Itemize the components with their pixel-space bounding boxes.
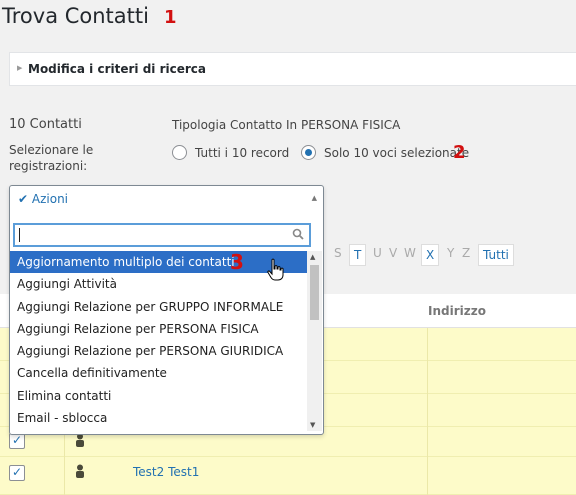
row-checkbox[interactable]: ✓ (9, 433, 25, 449)
text-cursor (19, 228, 20, 242)
radio-selected-records[interactable] (301, 145, 316, 160)
alpha-letter-t[interactable]: T (349, 244, 367, 266)
caret-up-icon: ▲ (311, 194, 317, 202)
page-title: Trova Contatti (2, 4, 149, 28)
action-option-delete-permanently[interactable]: Cancella definitivamente (10, 362, 307, 384)
scrollbar-thumb[interactable] (310, 265, 319, 320)
triangle-right-icon: ▶ (17, 64, 23, 72)
search-criteria-label: Modifica i criteri di ricerca (28, 62, 206, 76)
step-badge-2: 2 (453, 142, 466, 163)
alpha-all-button[interactable]: Tutti (478, 244, 514, 266)
alpha-letter-w[interactable]: W (404, 246, 416, 260)
radio-all-records-label[interactable]: Tutti i 10 record (195, 146, 289, 160)
scroll-down-icon[interactable]: ▼ (310, 421, 315, 429)
person-icon (76, 464, 84, 478)
step-badge-3: 3 (230, 250, 244, 274)
alpha-letter-s[interactable]: S (334, 246, 342, 260)
contact-name-link[interactable]: Test2 Test1 (133, 465, 199, 479)
alpha-letter-u[interactable]: U (373, 246, 382, 260)
actions-search-input[interactable] (13, 223, 311, 247)
step-badge-1: 1 (164, 7, 177, 28)
actions-select[interactable]: ✔︎ Azioni (18, 192, 68, 206)
filter-description: Tipologia Contatto In PERSONA FISICA (172, 118, 401, 132)
action-option-add-rel-person[interactable]: Aggiungi Relazione per PERSONA FISICA (10, 318, 307, 340)
action-option-add-rel-company[interactable]: Aggiungi Relazione per PERSONA GIURIDICA (10, 340, 307, 362)
person-icon (76, 433, 84, 447)
column-divider (427, 328, 428, 495)
actions-dropdown[interactable]: ✔︎ Azioni ▲ Aggiornamento multiplo dei c… (9, 185, 324, 435)
check-icon: ✓ (12, 465, 23, 479)
check-circle-icon: ✔︎ (18, 192, 29, 206)
action-option-add-rel-group[interactable]: Aggiungi Relazione per GRUPPO INFORMALE (10, 296, 307, 318)
alpha-letter-y[interactable]: Y (447, 246, 454, 260)
action-option-mass-update[interactable]: Aggiornamento multiplo dei contatti (10, 251, 307, 274)
actions-label: Azioni (31, 192, 69, 206)
scroll-up-icon[interactable]: ▲ (310, 253, 315, 261)
alpha-letter-z[interactable]: Z (462, 246, 470, 260)
check-icon: ✓ (12, 433, 23, 447)
action-option-delete-contacts[interactable]: Elimina contatti (10, 385, 307, 407)
action-option-email-unblock[interactable]: Email - sblocca (10, 407, 307, 429)
select-records-label-line1: Selezionare le (9, 143, 94, 157)
address-column-header[interactable]: Indirizzo (428, 304, 486, 318)
hand-pointer-icon (267, 258, 284, 281)
action-option-add-activity[interactable]: Aggiungi Attività (10, 273, 307, 295)
search-criteria-toggle[interactable]: ▶ Modifica i criteri di ricerca (9, 52, 576, 86)
radio-all-records[interactable] (172, 145, 187, 160)
alpha-letter-v[interactable]: V (389, 246, 397, 260)
search-icon (292, 228, 304, 240)
alpha-letter-x[interactable]: X (421, 244, 440, 266)
options-scrollbar[interactable]: ▲ ▼ (307, 251, 322, 431)
table-row (0, 457, 576, 495)
select-records-label-line2: registrazioni: (9, 159, 88, 173)
contacts-count: 10 Contatti (9, 117, 82, 132)
actions-options: Aggiornamento multiplo dei contatti Aggi… (10, 251, 307, 429)
radio-selected-records-label[interactable]: Solo 10 voci selezionate (324, 146, 469, 160)
row-checkbox[interactable]: ✓ (9, 465, 25, 481)
